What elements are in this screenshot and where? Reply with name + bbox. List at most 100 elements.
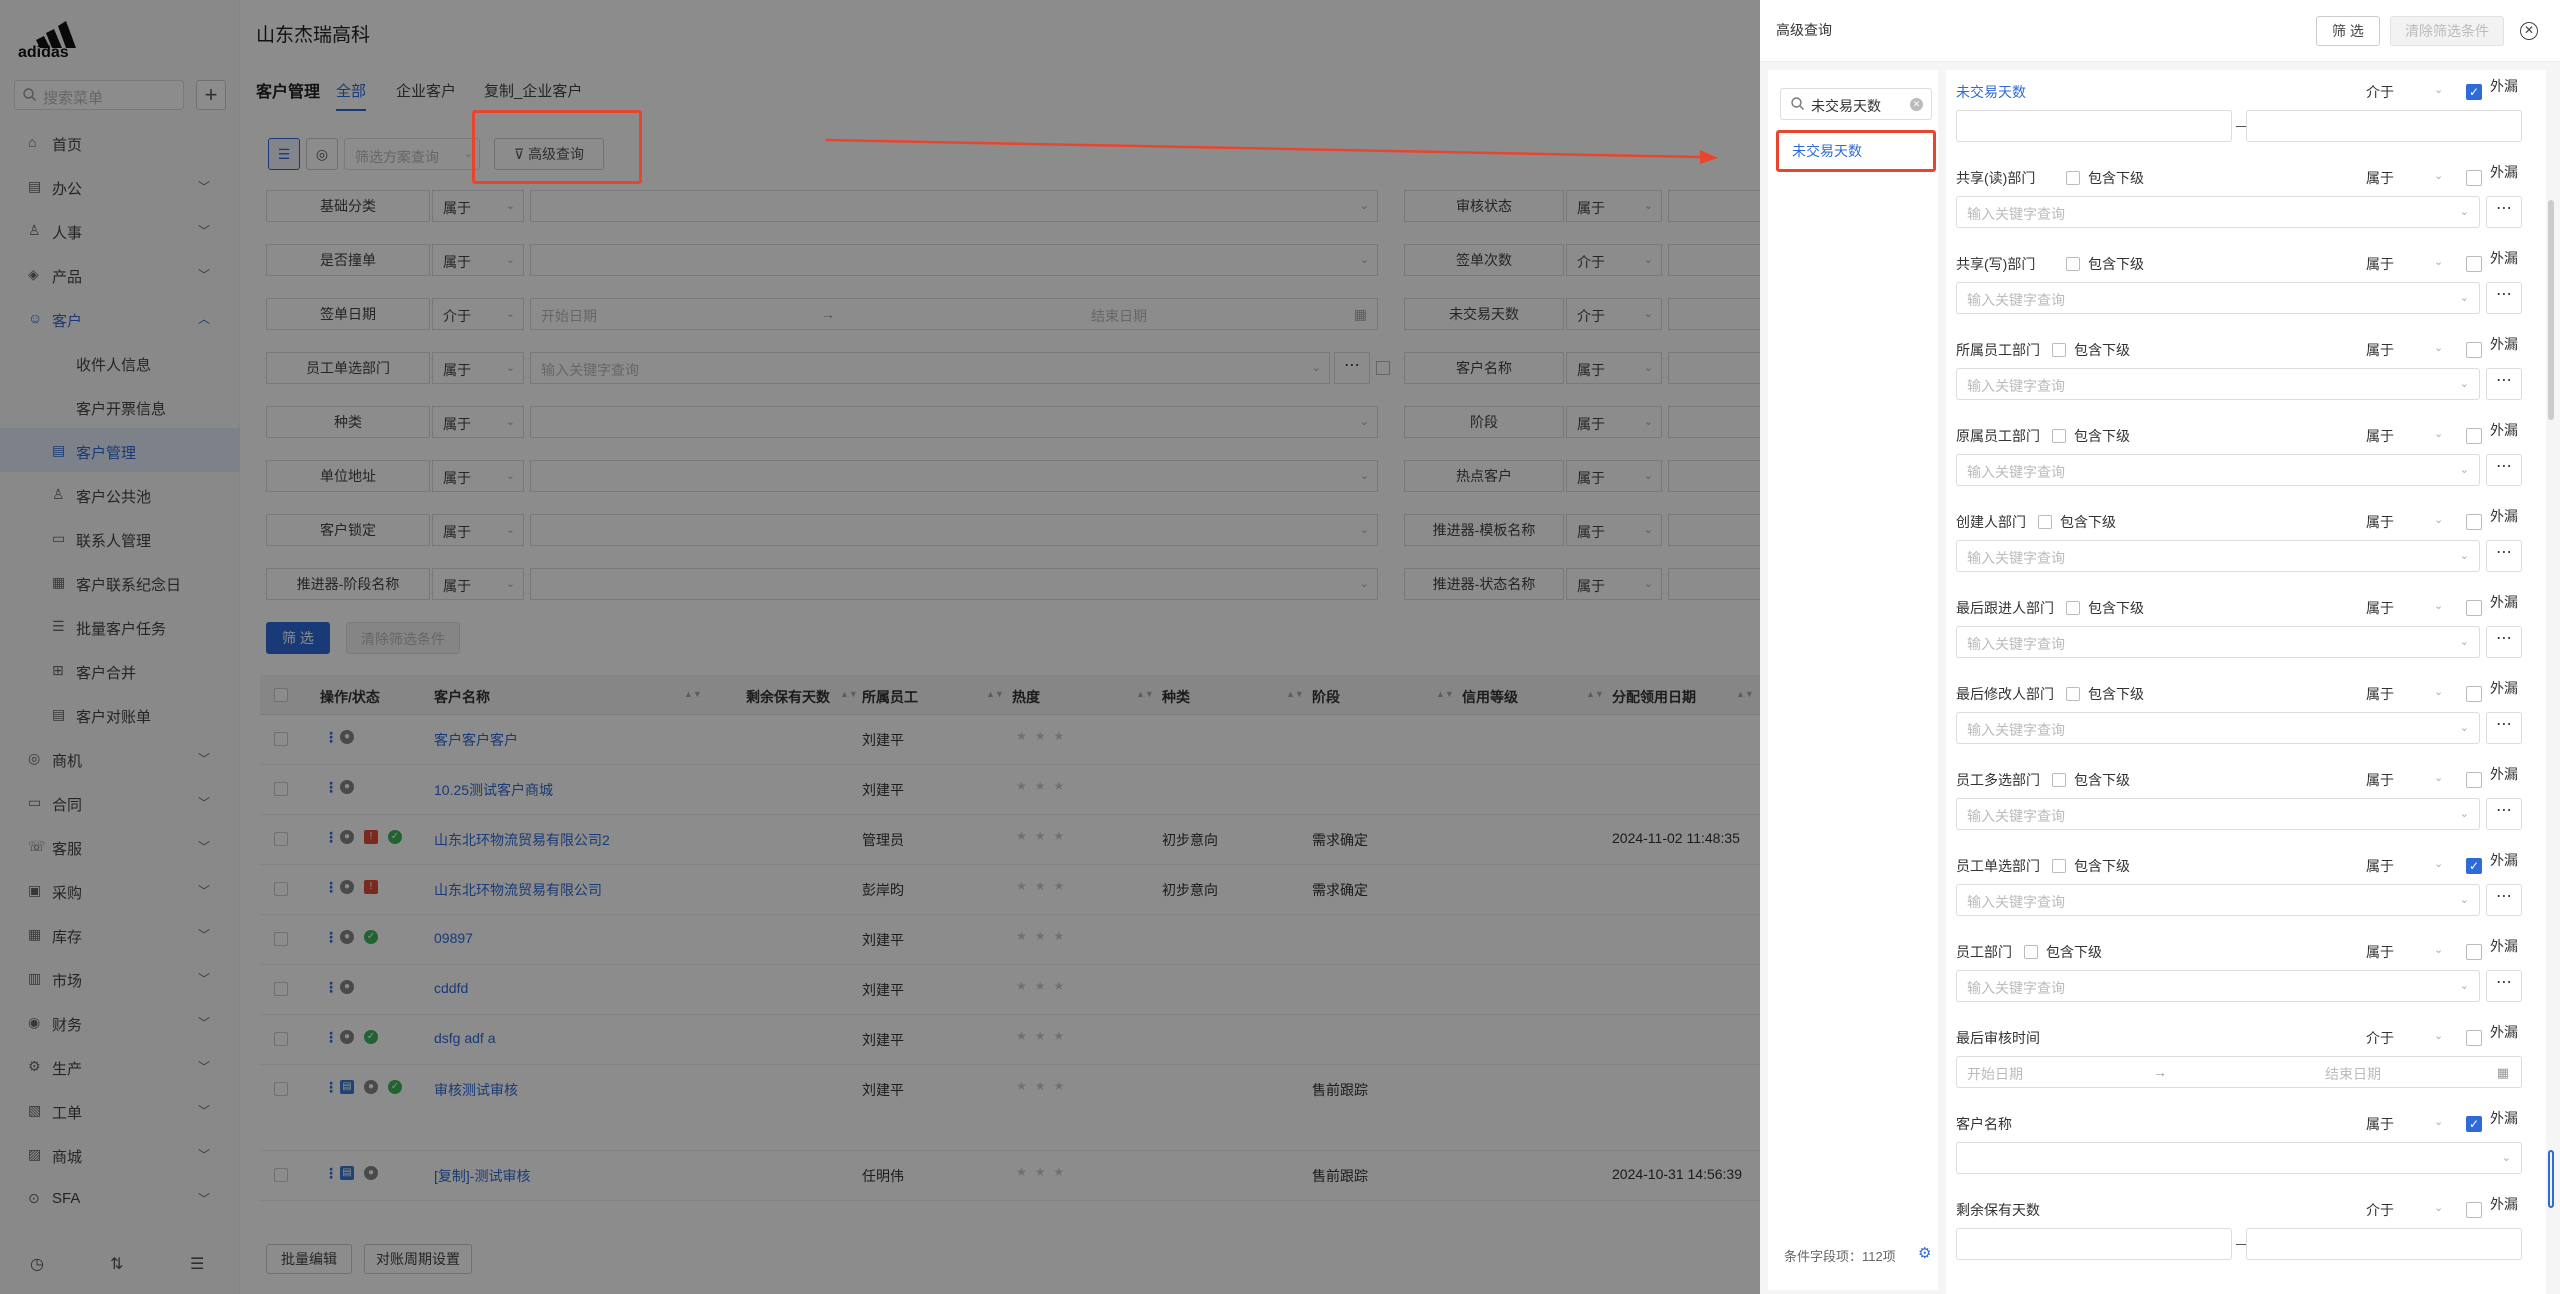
field-settings-icon[interactable]: ⚙ [1918, 1244, 1931, 1262]
condition-label: 员工单选部门 [1956, 858, 2040, 874]
more-options-button[interactable]: ⋯ [2486, 970, 2522, 1002]
range-max-input[interactable] [2246, 1228, 2522, 1260]
more-options-button[interactable]: ⋯ [2486, 196, 2522, 228]
condition-operator-select[interactable]: 介于 ⌄ [2366, 1200, 2443, 1220]
external-checkbox[interactable]: ✓ 外漏 [2466, 850, 2518, 874]
include-sub-checkbox[interactable]: 包含下级 [2038, 512, 2116, 532]
more-options-button[interactable]: ⋯ [2486, 712, 2522, 744]
condition-select-input[interactable]: 输入关键字查询 ⌄ [1956, 368, 2480, 400]
more-options-button[interactable]: ⋯ [2486, 798, 2522, 830]
condition-select-input[interactable]: 输入关键字查询 ⌄ [1956, 282, 2480, 314]
external-label: 外漏 [2490, 680, 2518, 696]
external-checkbox[interactable]: 外漏 [2466, 162, 2518, 186]
more-options-button[interactable]: ⋯ [2486, 626, 2522, 658]
condition-operator-select[interactable]: 属于 ⌄ [2366, 684, 2443, 704]
drawer-clear-button[interactable]: 清除筛选条件 [2390, 16, 2504, 46]
checkbox-box [2466, 256, 2482, 272]
condition-select-input[interactable]: 输入关键字查询 ⌄ [1956, 626, 2480, 658]
include-sub-checkbox[interactable]: 包含下级 [2066, 168, 2144, 188]
condition-select-input[interactable]: 输入关键字查询 ⌄ [1956, 798, 2480, 830]
condition-item: 共享(写)部门 包含下级 属于 ⌄ 外漏 输入关键字查询 ⌄ ⋯ [1956, 250, 2522, 340]
condition-operator-select[interactable]: 属于 ⌄ [2366, 426, 2443, 446]
condition-label: 最后跟进人部门 [1956, 600, 2054, 616]
include-sub-label: 包含下级 [2046, 944, 2102, 960]
field-count: 条件字段项：112项 [1784, 1249, 1896, 1264]
scrollbar-thumb[interactable] [2548, 200, 2554, 420]
external-label: 外漏 [2490, 1110, 2518, 1126]
condition-operator-select[interactable]: 属于 ⌄ [2366, 254, 2443, 274]
date-range-input[interactable]: 开始日期 → 结束日期 ▦ [1956, 1056, 2522, 1088]
range-arrow-icon: → [2153, 1064, 2167, 1080]
include-sub-checkbox[interactable]: 包含下级 [2066, 254, 2144, 274]
condition-operator-value: 属于 [2366, 342, 2394, 358]
checkbox-box [2466, 772, 2482, 788]
condition-operator-select[interactable]: 属于 ⌄ [2366, 512, 2443, 532]
condition-select-input[interactable]: 输入关键字查询 ⌄ [1956, 454, 2480, 486]
clear-input-icon[interactable]: ✕ [1910, 98, 1923, 111]
condition-select-input[interactable]: 输入关键字查询 ⌄ [1956, 712, 2480, 744]
field-search-input[interactable]: 未交易天数 ✕ [1780, 88, 1932, 120]
chevron-down-icon: ⌄ [2434, 84, 2444, 96]
include-sub-checkbox[interactable]: 包含下级 [2024, 942, 2102, 962]
more-options-button[interactable]: ⋯ [2486, 368, 2522, 400]
external-checkbox[interactable]: 外漏 [2466, 936, 2518, 960]
condition-select-input[interactable]: 输入关键字查询 ⌄ [1956, 970, 2480, 1002]
external-label: 外漏 [2490, 766, 2518, 782]
external-checkbox[interactable]: 外漏 [2466, 506, 2518, 530]
search-icon [1791, 97, 1804, 113]
modal-backdrop[interactable] [0, 0, 1760, 1294]
range-min-input[interactable] [1956, 110, 2232, 142]
chevron-down-icon: ⌄ [2459, 636, 2469, 648]
external-checkbox[interactable]: ✓ 外漏 [2466, 1108, 2518, 1132]
more-options-button[interactable]: ⋯ [2486, 540, 2522, 572]
condition-label: 最后修改人部门 [1956, 686, 2054, 702]
include-sub-label: 包含下级 [2074, 772, 2130, 788]
external-checkbox[interactable]: ✓ 外漏 [2466, 76, 2518, 100]
condition-select-input[interactable]: ⌄ [1956, 1142, 2522, 1174]
range-min-input[interactable] [1956, 1228, 2232, 1260]
more-options-button[interactable]: ⋯ [2486, 282, 2522, 314]
condition-operator-select[interactable]: 属于 ⌄ [2366, 168, 2443, 188]
condition-operator-value: 介于 [2366, 84, 2394, 100]
scrollbar[interactable] [2548, 70, 2554, 1290]
condition-operator-select[interactable]: 属于 ⌄ [2366, 340, 2443, 360]
checkbox-box [2466, 600, 2482, 616]
more-options-button[interactable]: ⋯ [2486, 454, 2522, 486]
condition-operator-select[interactable]: 属于 ⌄ [2366, 942, 2443, 962]
checkbox-box [2466, 686, 2482, 702]
external-checkbox[interactable]: 外漏 [2466, 1194, 2518, 1218]
condition-select-input[interactable]: 输入关键字查询 ⌄ [1956, 884, 2480, 916]
external-checkbox[interactable]: 外漏 [2466, 678, 2518, 702]
condition-select-input[interactable]: 输入关键字查询 ⌄ [1956, 540, 2480, 572]
external-checkbox[interactable]: 外漏 [2466, 420, 2518, 444]
advanced-query-drawer: 高级查询 筛 选 清除筛选条件 ✕ 未交易天数 ✕ 未交易天数 条件字段项：11… [1760, 0, 2560, 1294]
condition-operator-select[interactable]: 属于 ⌄ [2366, 770, 2443, 790]
chevron-down-icon: ⌄ [2434, 514, 2444, 526]
external-checkbox[interactable]: 外漏 [2466, 1022, 2518, 1046]
more-options-button[interactable]: ⋯ [2486, 884, 2522, 916]
include-sub-checkbox[interactable]: 包含下级 [2052, 770, 2130, 790]
include-sub-checkbox[interactable]: 包含下级 [2066, 684, 2144, 704]
external-checkbox[interactable]: 外漏 [2466, 248, 2518, 272]
include-sub-label: 包含下级 [2088, 600, 2144, 616]
condition-operator-select[interactable]: 属于 ⌄ [2366, 1114, 2443, 1134]
date-end: 结束日期 [2325, 1066, 2381, 1082]
condition-item: 员工多选部门 包含下级 属于 ⌄ 外漏 输入关键字查询 ⌄ ⋯ [1956, 766, 2522, 856]
chevron-down-icon: ⌄ [2434, 1202, 2444, 1214]
external-checkbox[interactable]: 外漏 [2466, 592, 2518, 616]
condition-operator-select[interactable]: 属于 ⌄ [2366, 598, 2443, 618]
external-label: 外漏 [2490, 422, 2518, 438]
include-sub-checkbox[interactable]: 包含下级 [2052, 856, 2130, 876]
condition-select-input[interactable]: 输入关键字查询 ⌄ [1956, 196, 2480, 228]
include-sub-checkbox[interactable]: 包含下级 [2052, 426, 2130, 446]
external-checkbox[interactable]: 外漏 [2466, 764, 2518, 788]
close-icon[interactable]: ✕ [2520, 22, 2538, 40]
condition-operator-select[interactable]: 介于 ⌄ [2366, 1028, 2443, 1048]
include-sub-checkbox[interactable]: 包含下级 [2066, 598, 2144, 618]
condition-operator-select[interactable]: 介于 ⌄ [2366, 82, 2443, 102]
external-checkbox[interactable]: 外漏 [2466, 334, 2518, 358]
condition-operator-select[interactable]: 属于 ⌄ [2366, 856, 2443, 876]
include-sub-checkbox[interactable]: 包含下级 [2052, 340, 2130, 360]
drawer-filter-button[interactable]: 筛 选 [2316, 16, 2380, 46]
range-max-input[interactable] [2246, 110, 2522, 142]
